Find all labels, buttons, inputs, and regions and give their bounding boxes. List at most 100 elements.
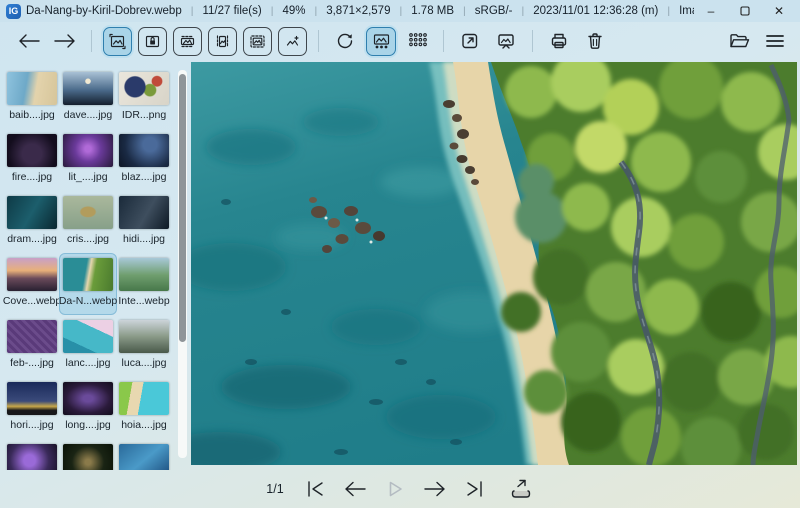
gallery-item[interactable]: lanc....jpg bbox=[60, 316, 116, 376]
delete-button[interactable] bbox=[580, 27, 610, 56]
thumbnail-label: Cove...webp bbox=[2, 295, 62, 307]
thumbnail-image bbox=[63, 258, 113, 291]
scale-to-fill-button[interactable] bbox=[278, 26, 307, 56]
refresh-icon bbox=[337, 33, 353, 49]
back-arrow-icon bbox=[19, 34, 40, 48]
previous-arrow-icon bbox=[344, 481, 366, 497]
gallery-item[interactable]: Inte...webp bbox=[116, 254, 172, 314]
gallery-item[interactable]: hidi....jpg bbox=[116, 192, 172, 252]
lock-zoom-button[interactable] bbox=[138, 26, 167, 56]
gallery-item[interactable]: hoia....jpg bbox=[116, 378, 172, 438]
thumbnail-image bbox=[119, 196, 169, 229]
fullscreen-button[interactable] bbox=[455, 27, 485, 56]
open-file-button[interactable] bbox=[724, 27, 754, 56]
gallery-item[interactable] bbox=[60, 440, 116, 470]
checkerboard-icon bbox=[409, 33, 427, 47]
thumbnail-image bbox=[7, 134, 57, 167]
image-viewer[interactable] bbox=[187, 60, 800, 470]
first-image-button[interactable] bbox=[302, 476, 328, 502]
gallery-item[interactable]: dave....jpg bbox=[60, 68, 116, 128]
play-slideshow-button[interactable] bbox=[382, 476, 408, 502]
thumbnail-label: Inte...webp bbox=[118, 295, 170, 307]
thumbnail-label: luca....jpg bbox=[121, 357, 167, 369]
thumbnail-image bbox=[63, 444, 113, 470]
page-indicator: 1/1 bbox=[266, 482, 284, 496]
export-button[interactable] bbox=[508, 476, 534, 502]
gallery-item[interactable]: baib....jpg bbox=[4, 68, 60, 128]
last-image-button[interactable] bbox=[462, 476, 488, 502]
thumbnail-image bbox=[7, 320, 57, 353]
thumbnail-image bbox=[119, 444, 169, 470]
gallery-item[interactable]: lit_....jpg bbox=[60, 130, 116, 190]
gallery-item[interactable]: cris....jpg bbox=[60, 192, 116, 252]
thumbnail-label: feb-....jpg bbox=[10, 357, 54, 369]
thumbnail-label: baib....jpg bbox=[9, 109, 55, 121]
thumbnail-label: blaz....jpg bbox=[121, 171, 167, 183]
gallery-item[interactable]: IDR...png bbox=[116, 68, 172, 128]
print-icon bbox=[551, 33, 567, 49]
auto-zoom-button[interactable] bbox=[103, 26, 132, 56]
forward-button[interactable] bbox=[50, 27, 80, 55]
scrollbar-thumb[interactable] bbox=[179, 74, 186, 342]
thumbnail-label: hidi....jpg bbox=[122, 233, 166, 245]
toolbar-separator bbox=[532, 30, 533, 52]
thumbnail-image bbox=[119, 72, 169, 105]
maximize-button[interactable] bbox=[728, 1, 762, 21]
refresh-button[interactable] bbox=[330, 27, 360, 56]
thumbnail-image bbox=[119, 258, 169, 291]
play-icon bbox=[389, 481, 402, 497]
gallery-item[interactable] bbox=[116, 440, 172, 470]
thumbnail-label: long....jpg bbox=[65, 419, 111, 431]
thumbnail-label: IDR...png bbox=[121, 109, 167, 121]
main-photo bbox=[191, 62, 797, 465]
gallery-scrollbar[interactable] bbox=[178, 70, 187, 458]
close-button[interactable]: ✕ bbox=[762, 1, 796, 21]
next-arrow-icon bbox=[423, 481, 445, 497]
gallery-item[interactable]: fire....jpg bbox=[4, 130, 60, 190]
scale-to-fill-icon bbox=[286, 35, 299, 46]
thumbnail-image bbox=[7, 196, 57, 229]
thumbnail-image bbox=[119, 134, 169, 167]
open-folder-icon bbox=[730, 34, 750, 48]
main-menu-button[interactable] bbox=[760, 27, 790, 56]
thumbnail-image bbox=[63, 134, 113, 167]
gallery-bar-icon bbox=[373, 33, 389, 48]
thumbnail-image bbox=[7, 382, 57, 415]
title-segment: 2023/11/01 12:36:28 (m) bbox=[533, 5, 659, 17]
title-separator: | bbox=[399, 5, 403, 17]
back-button[interactable] bbox=[14, 27, 44, 55]
thumbnail-label: hori....jpg bbox=[10, 419, 54, 431]
previous-image-button[interactable] bbox=[342, 476, 368, 502]
forward-arrow-icon bbox=[54, 34, 75, 48]
thumbnail-label: fire....jpg bbox=[11, 171, 53, 183]
checkerboard-button[interactable] bbox=[402, 27, 432, 56]
gallery-toggle-button[interactable] bbox=[366, 26, 396, 56]
print-button[interactable] bbox=[544, 27, 574, 56]
gallery-item[interactable]: Cove...webp bbox=[2, 254, 62, 314]
gallery-item[interactable]: luca....jpg bbox=[116, 316, 172, 376]
gallery-item[interactable]: long....jpg bbox=[60, 378, 116, 438]
gallery-item[interactable]: hori....jpg bbox=[4, 378, 60, 438]
scale-to-height-button[interactable] bbox=[208, 26, 237, 56]
title-separator: | bbox=[190, 5, 194, 17]
gallery-item[interactable]: feb-....jpg bbox=[4, 316, 60, 376]
minimize-button[interactable]: – bbox=[694, 1, 728, 21]
scale-to-width-button[interactable] bbox=[173, 26, 202, 56]
toolbar-separator bbox=[318, 30, 319, 52]
gallery-item[interactable]: blaz....jpg bbox=[116, 130, 172, 190]
scale-to-fit-button[interactable] bbox=[243, 26, 272, 56]
gallery-item[interactable]: dram....jpg bbox=[4, 192, 60, 252]
last-icon bbox=[466, 481, 482, 497]
first-icon bbox=[307, 481, 323, 497]
toolbar-separator bbox=[443, 30, 444, 52]
gallery-item-selected[interactable]: Da-N...webp bbox=[59, 254, 117, 314]
main-area: baib....jpg dave....jpg IDR...png fire....j… bbox=[0, 60, 800, 470]
slideshow-button[interactable] bbox=[491, 27, 521, 56]
title-separator: | bbox=[270, 5, 274, 17]
gallery-item[interactable] bbox=[4, 440, 60, 470]
hamburger-menu-icon bbox=[766, 35, 784, 47]
next-image-button[interactable] bbox=[422, 476, 448, 502]
thumbnail-image bbox=[7, 258, 57, 291]
toolbar-separator bbox=[91, 30, 92, 52]
trash-icon bbox=[588, 33, 602, 49]
